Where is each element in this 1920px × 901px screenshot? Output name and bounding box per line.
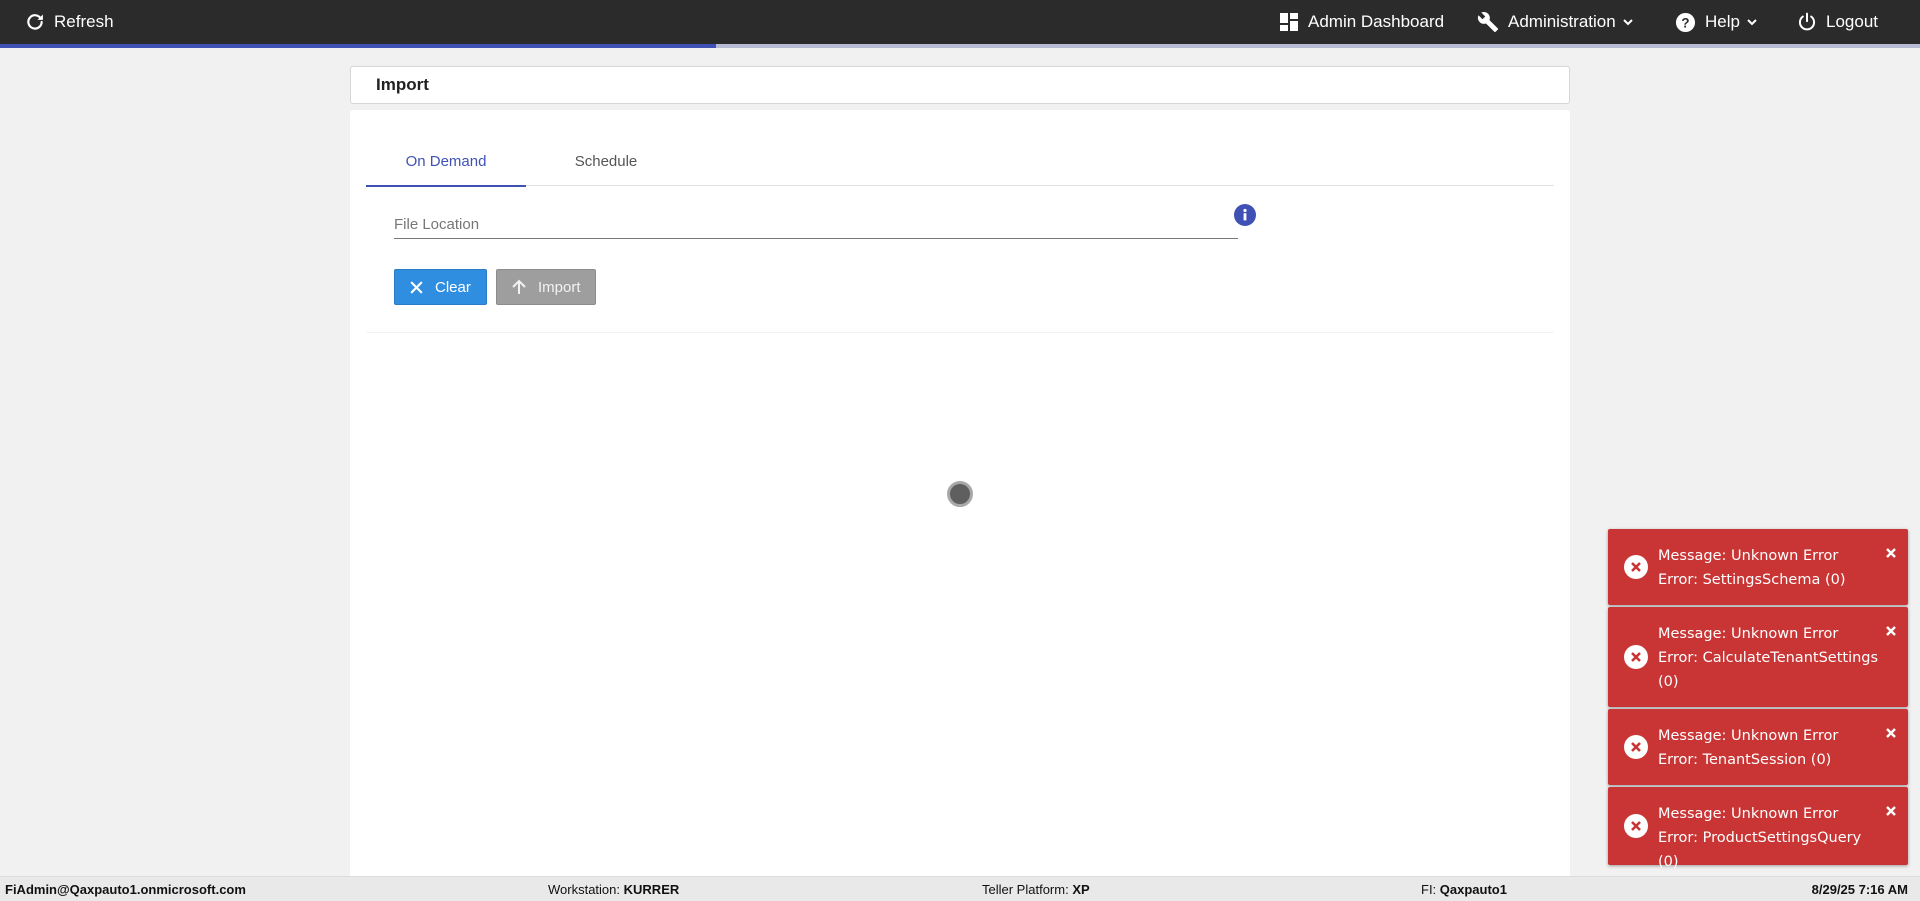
error-toast: Message: Unknown Error Error: SettingsSc… — [1608, 529, 1908, 605]
footer-user-value: FiAdmin@Qaxpauto1.onmicrosoft.com — [5, 882, 246, 897]
toast-error: Error: TenantSession (0) — [1658, 752, 1832, 768]
close-icon[interactable] — [1884, 624, 1898, 638]
toast-message: Message: Unknown Error — [1658, 548, 1839, 564]
wrench-icon — [1477, 11, 1499, 33]
toast-text: Message: Unknown Error Error: CalculateT… — [1658, 622, 1880, 694]
tab-schedule[interactable]: Schedule — [526, 136, 686, 186]
arrow-up-icon — [511, 279, 527, 295]
power-icon — [1797, 12, 1817, 32]
refresh-label: Refresh — [54, 12, 114, 31]
error-icon — [1624, 735, 1648, 759]
error-toast: Message: Unknown Error Error: CalculateT… — [1608, 607, 1908, 707]
tab-on-demand[interactable]: On Demand — [366, 136, 526, 187]
footer-user: FiAdmin@Qaxpauto1.onmicrosoft.com — [5, 877, 246, 901]
footer-fi: FI: Qaxpauto1 — [1421, 877, 1507, 901]
refresh-icon — [25, 12, 45, 32]
close-icon — [409, 280, 424, 295]
footer-datetime: 8/29/25 7:16 AM — [1812, 877, 1908, 901]
toast-text: Message: Unknown Error Error: SettingsSc… — [1658, 544, 1880, 592]
footer-datetime-value: 8/29/25 7:16 AM — [1811, 882, 1908, 897]
error-toast: Message: Unknown Error Error: ProductSet… — [1608, 787, 1908, 870]
page-title: Import — [376, 75, 429, 94]
loading-progress-fill — [0, 44, 717, 48]
help-label: Help — [1705, 12, 1740, 31]
administration-menu[interactable]: Administration — [1477, 0, 1634, 44]
chevron-down-icon — [1622, 16, 1634, 28]
toast-error: Error: CalculateTenantSettings (0) — [1658, 650, 1879, 690]
page-header: Import — [350, 66, 1570, 104]
refresh-button[interactable]: Refresh — [25, 0, 114, 44]
svg-text:?: ? — [1681, 15, 1689, 30]
tab-bar: On Demand Schedule — [366, 136, 1554, 187]
admin-dashboard-label: Admin Dashboard — [1308, 12, 1445, 31]
toast-error: Error: SettingsSchema (0) — [1658, 572, 1846, 588]
status-footer: FiAdmin@Qaxpauto1.onmicrosoft.com Workst… — [0, 876, 1920, 901]
top-navigation-bar: Refresh Admin Dashboard Administration ?… — [0, 0, 1920, 44]
toast-text: Message: Unknown Error Error: TenantSess… — [1658, 724, 1880, 772]
file-location-input[interactable] — [394, 205, 1238, 237]
help-icon: ? — [1675, 12, 1696, 33]
loading-progress-bar — [0, 44, 1920, 48]
footer-workstation-value: KURRER — [623, 882, 680, 897]
import-label: Import — [538, 278, 581, 296]
admin-dashboard-link[interactable]: Admin Dashboard — [1279, 0, 1444, 44]
chevron-down-icon — [1746, 16, 1758, 28]
toast-text: Message: Unknown Error Error: ProductSet… — [1658, 802, 1880, 874]
loading-spinner — [947, 481, 973, 507]
divider — [366, 332, 1554, 333]
footer-teller-platform-value: XP — [1072, 882, 1090, 897]
dashboard-icon — [1279, 12, 1299, 32]
footer-workstation-label: Workstation: — [548, 882, 621, 897]
error-icon — [1624, 645, 1648, 669]
footer-fi-label: FI: — [1421, 882, 1437, 897]
footer-teller-platform-label: Teller Platform: — [982, 882, 1069, 897]
toast-message: Message: Unknown Error — [1658, 728, 1839, 744]
footer-fi-value: Qaxpauto1 — [1439, 882, 1507, 897]
import-button[interactable]: Import — [496, 269, 596, 305]
close-icon[interactable] — [1884, 804, 1898, 818]
clear-label: Clear — [435, 278, 471, 296]
help-menu[interactable]: ? Help — [1675, 0, 1758, 44]
toast-error: Error: ProductSettingsQuery (0) — [1658, 830, 1862, 870]
error-toast: Message: Unknown Error Error: TenantSess… — [1608, 709, 1908, 785]
logout-label: Logout — [1826, 12, 1878, 31]
toast-message: Message: Unknown Error — [1658, 806, 1839, 822]
clear-button[interactable]: Clear — [394, 269, 487, 305]
toast-message: Message: Unknown Error — [1658, 626, 1839, 642]
error-icon — [1624, 555, 1648, 579]
close-icon[interactable] — [1884, 546, 1898, 560]
file-location-field — [394, 205, 1238, 239]
logout-button[interactable]: Logout — [1797, 0, 1878, 44]
info-icon[interactable] — [1234, 204, 1256, 226]
close-icon[interactable] — [1884, 726, 1898, 740]
footer-teller-platform: Teller Platform: XP — [982, 877, 1090, 901]
administration-label: Administration — [1508, 12, 1616, 31]
footer-workstation: Workstation: KURRER — [548, 877, 679, 901]
error-icon — [1624, 814, 1648, 838]
